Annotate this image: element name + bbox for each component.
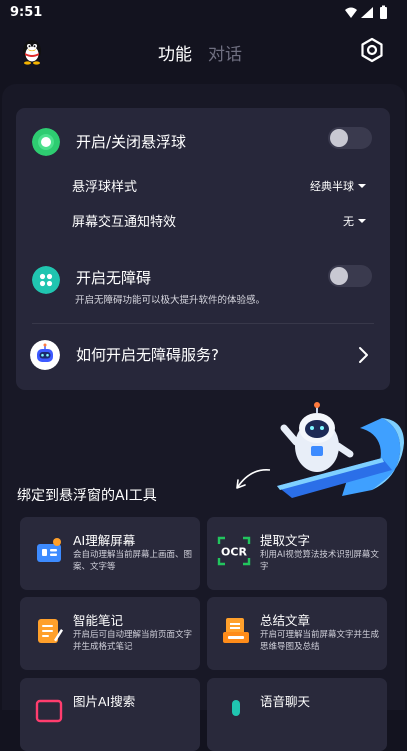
tool-card-smart-notes[interactable]: 智能笔记 开启后可自动理解当前页面文字并生成格式笔记	[20, 597, 200, 670]
tab-chat[interactable]: 对话	[208, 40, 242, 65]
notify-effect-dropdown[interactable]: 无	[343, 213, 366, 229]
notify-effect-value: 无	[343, 215, 354, 228]
divider	[32, 323, 374, 324]
accessibility-toggle[interactable]	[328, 265, 372, 287]
floating-ball-icon	[32, 128, 60, 156]
app-header: 功能 对话	[0, 30, 407, 70]
tool-card-voice-chat[interactable]: 语音聊天	[207, 678, 387, 751]
astronaut-illustration	[236, 402, 404, 498]
accessibility-description: 开启无障碍功能可以极大提升软件的体验感。	[75, 295, 266, 306]
ocr-icon: OCR	[217, 536, 251, 566]
status-time: 9:51	[10, 5, 43, 20]
ocr-icon-text: OCR	[221, 546, 247, 559]
ball-style-dropdown[interactable]: 经典半球	[310, 178, 366, 194]
caret-down-icon	[358, 184, 366, 188]
floating-ball-toggle[interactable]	[328, 127, 372, 149]
battery-icon	[380, 5, 387, 19]
tool-card-ai-screen[interactable]: AI理解屏幕 会自动理解当前屏幕上画面、图案、文字等	[20, 517, 200, 590]
gear-icon[interactable]	[359, 37, 385, 63]
tab-function[interactable]: 功能	[158, 40, 192, 65]
accessibility-help-row[interactable]: 如何开启无障碍服务?	[16, 338, 390, 374]
signal-icon	[361, 7, 373, 18]
ball-style-label: 悬浮球样式	[72, 180, 138, 195]
status-icons	[345, 5, 387, 19]
toggle-knob	[330, 267, 348, 285]
tool-description: 利用AI视觉算法技术识别屏幕文字	[260, 550, 379, 572]
tool-description: 开启后可自动理解当前页面文字并生成格式笔记	[73, 630, 193, 652]
note-icon	[38, 619, 63, 643]
robot-icon	[30, 340, 60, 370]
ball-style-value: 经典半球	[310, 180, 354, 193]
screen-understand-icon	[37, 538, 61, 562]
status-bar: 9:51	[0, 0, 407, 26]
tool-name: 智能笔记	[73, 613, 124, 628]
qq-penguin-avatar-icon[interactable]	[18, 38, 46, 66]
tool-name: 提取文字	[260, 533, 311, 548]
chevron-right-icon	[359, 347, 368, 363]
tool-description: 会自动理解当前屏幕上画面、图案、文字等	[73, 550, 193, 572]
caret-down-icon	[358, 219, 366, 223]
voice-chat-icon	[232, 700, 240, 716]
tool-card-summarize-article[interactable]: 总结文章 开启可理解当前屏幕文字并生成思维导图及总结	[207, 597, 387, 670]
summary-icon	[223, 618, 249, 643]
notify-effect-label: 屏幕交互通知特效	[72, 215, 177, 230]
tool-description: 开启可理解当前屏幕文字并生成思维导图及总结	[260, 630, 380, 652]
settings-card: 开启/关闭悬浮球 悬浮球样式 经典半球 屏幕交互通知特效 无 开启无障碍 开启无…	[16, 108, 390, 390]
tool-card-extract-text[interactable]: OCR 提取文字 利用AI视觉算法技术识别屏幕文字	[207, 517, 387, 590]
accessibility-title: 开启无障碍	[76, 269, 152, 287]
tool-name: 图片AI搜索	[73, 694, 136, 709]
ai-tools-section-title: 绑定到悬浮窗的AI工具	[17, 488, 157, 504]
wifi-icon	[345, 7, 357, 18]
floating-ball-row: 开启/关闭悬浮球	[16, 126, 390, 166]
tool-card-image-ai-search[interactable]: 图片AI搜索	[20, 678, 200, 751]
toggle-knob	[330, 129, 348, 147]
accessibility-row: 开启无障碍 开启无障碍功能可以极大提升软件的体验感。	[16, 264, 390, 308]
image-search-icon	[35, 699, 63, 723]
tool-name: 语音聊天	[260, 694, 311, 709]
tool-name: AI理解屏幕	[73, 533, 136, 548]
floating-ball-title: 开启/关闭悬浮球	[76, 133, 187, 151]
accessibility-icon	[32, 266, 60, 294]
accessibility-help-title: 如何开启无障碍服务?	[76, 346, 219, 364]
tool-name: 总结文章	[260, 613, 311, 628]
